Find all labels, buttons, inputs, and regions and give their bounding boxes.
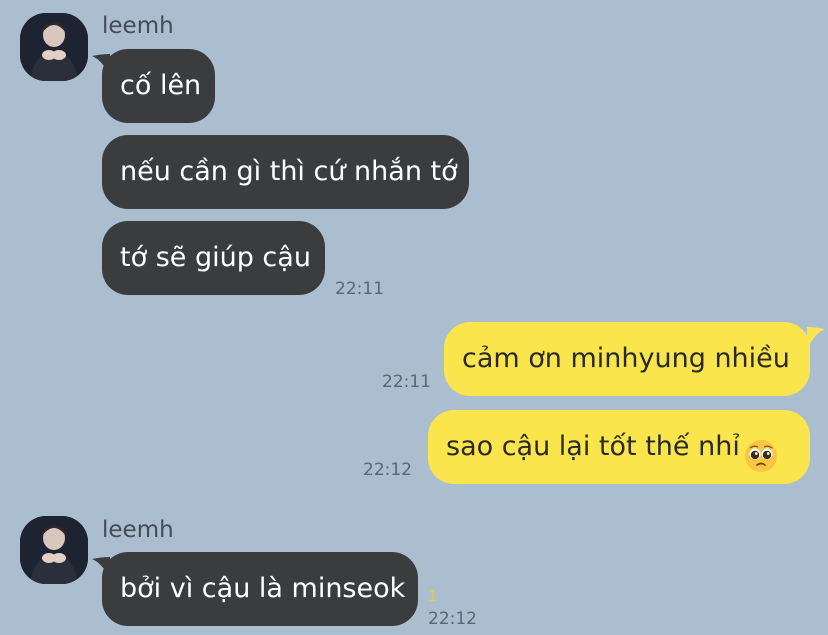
message-text: cố lên <box>120 70 202 101</box>
message-timestamp: 22:11 <box>382 372 431 392</box>
message-bubble[interactable]: sao cậu lại tốt thế nhỉ <box>428 410 810 484</box>
message-text: tớ sẽ giúp cậu <box>120 242 311 273</box>
pleading-face-emoji-icon <box>744 428 778 472</box>
message-text: sao cậu lại tốt thế nhỉ <box>446 431 740 462</box>
sender-name: leemh <box>102 13 174 39</box>
message-text: cảm ơn minhyung nhiều <box>462 343 790 374</box>
contact-avatar[interactable] <box>20 13 88 81</box>
unread-count-badge: 1 <box>428 587 438 605</box>
message-bubble[interactable]: bởi vì cậu là minseok <box>102 552 418 626</box>
message-text: bởi vì cậu là minseok <box>120 573 406 604</box>
message-timestamp: 22:11 <box>335 279 384 299</box>
message-timestamp: 22:12 <box>363 460 412 480</box>
bubble-tail <box>92 557 110 579</box>
message-timestamp: 22:12 <box>428 609 477 629</box>
message-bubble[interactable]: nếu cần gì thì cứ nhắn tớ <box>102 135 469 209</box>
message-bubble[interactable]: tớ sẽ giúp cậu <box>102 221 325 295</box>
message-text: nếu cần gì thì cứ nhắn tớ <box>120 156 458 187</box>
message-bubble[interactable]: cảm ơn minhyung nhiều <box>444 322 810 396</box>
message-bubble[interactable]: cố lên <box>102 49 215 123</box>
bubble-tail <box>92 54 110 76</box>
sender-name: leemh <box>102 517 174 543</box>
contact-avatar[interactable] <box>20 516 88 584</box>
bubble-tail <box>807 327 825 349</box>
